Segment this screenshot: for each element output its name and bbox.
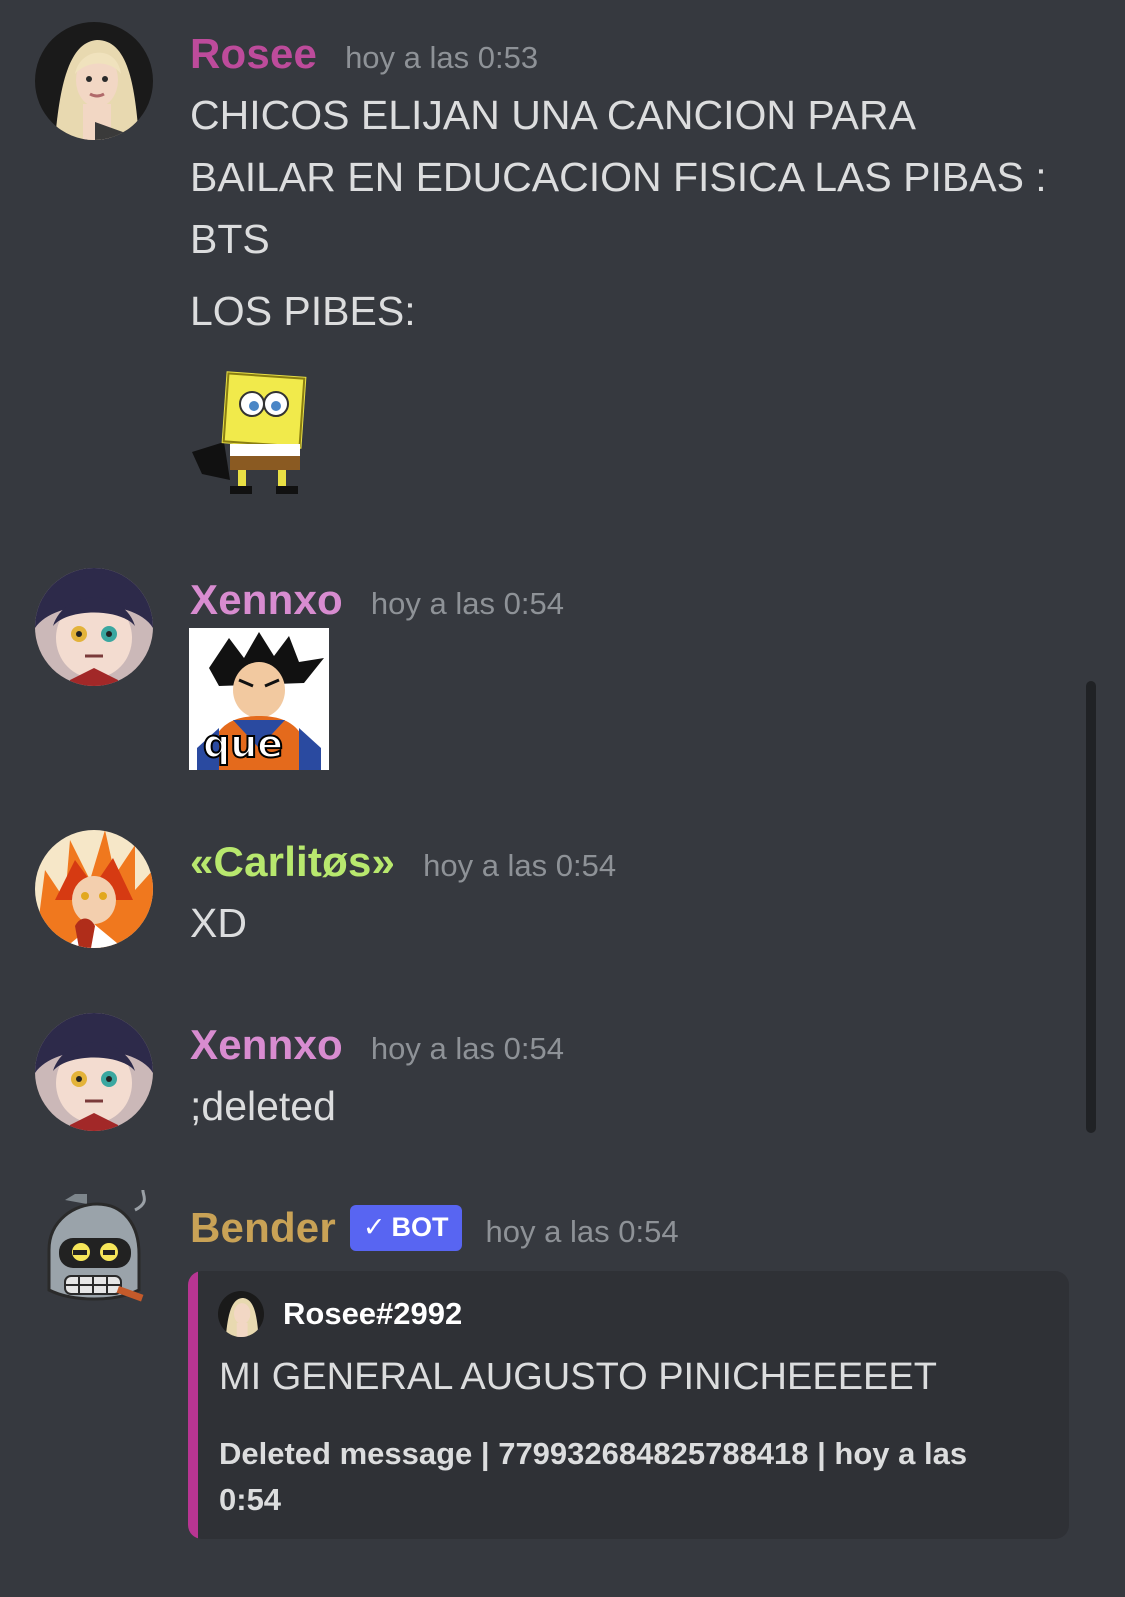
embed-footer: Deleted message | 779932684825788418 | h… (219, 1431, 1039, 1523)
username-rosee[interactable]: Rosee (190, 30, 317, 78)
message-text: ;deleted (190, 1083, 336, 1129)
message-rosee: Rosee hoy a las 0:53 CHICOS ELIJAN UNA C… (0, 0, 1080, 520)
message-line: BTS (190, 216, 270, 262)
username-xennxo[interactable]: Xennxo (190, 1021, 343, 1069)
message-line: LOS PIBES: (190, 288, 416, 334)
message-line: CHICOS ELIJAN UNA CANCION PARA (190, 92, 916, 138)
embed-footer-line: 0:54 (219, 1482, 282, 1517)
embed-description: MI GENERAL AUGUSTO PINICHEEEEET (219, 1356, 937, 1398)
message-text: CHICOS ELIJAN UNA CANCION PARA BAILAR EN… (190, 84, 1047, 342)
embed-accent-bar (188, 1271, 198, 1539)
message-xennxo-sticker: Xennxo hoy a las 0:54 que (0, 560, 1080, 780)
message-carlitos: «Carlitøs» hoy a las 0:54 XD (0, 822, 1080, 962)
user-avatar-bender[interactable] (35, 1190, 153, 1308)
message-timestamp: hoy a las 0:54 (370, 1031, 564, 1066)
sticker-caption: que (202, 721, 284, 767)
message-line: BAILAR EN EDUCACION FISICA LAS PIBAS : (190, 154, 1047, 200)
embed-author-name[interactable]: Rosee#2992 (283, 1296, 462, 1332)
user-avatar-xennxo[interactable] (35, 1013, 153, 1131)
embed-author-avatar (218, 1291, 264, 1337)
embed-footer-line: Deleted message | 779932684825788418 | h… (219, 1436, 968, 1471)
message-timestamp: hoy a las 0:54 (485, 1214, 679, 1249)
message-text: XD (190, 900, 247, 946)
verified-check-icon: ✓ (362, 1212, 386, 1242)
spongebob-dancing-emoji[interactable] (190, 370, 314, 498)
embed-author[interactable]: Rosee#2992 (218, 1291, 462, 1337)
username-bender[interactable]: Bender (190, 1204, 336, 1252)
user-avatar-xennxo[interactable] (35, 568, 153, 686)
goku-que-sticker[interactable]: que (189, 628, 329, 770)
bot-embed: Rosee#2992 MI GENERAL AUGUSTO PINICHEEEE… (188, 1271, 1069, 1539)
message-timestamp: hoy a las 0:54 (423, 848, 617, 883)
message-timestamp: hoy a las 0:53 (345, 40, 539, 75)
username-carlitos[interactable]: «Carlitøs» (190, 838, 395, 886)
message-timestamp: hoy a las 0:54 (370, 586, 564, 621)
bot-tag: ✓ BOT (349, 1204, 462, 1251)
message-xennxo-deleted: Xennxo hoy a las 0:54 ;deleted (0, 1005, 1080, 1145)
username-xennxo[interactable]: Xennxo (190, 576, 343, 624)
chat-scrollbar-thumb[interactable] (1086, 681, 1096, 1133)
bot-tag-label: BOT (391, 1212, 449, 1242)
user-avatar-carlitos[interactable] (35, 830, 153, 948)
user-avatar-rosee[interactable] (35, 22, 153, 140)
